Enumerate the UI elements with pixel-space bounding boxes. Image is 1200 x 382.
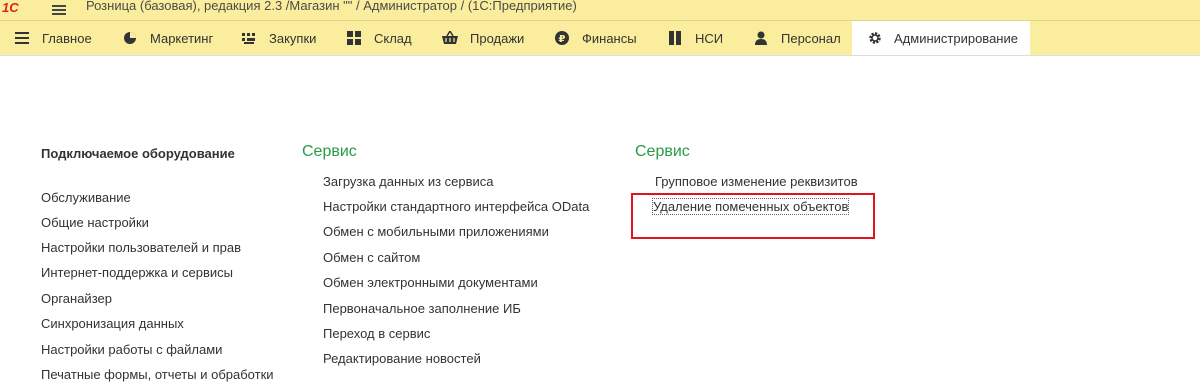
link-edo-exchange[interactable]: Обмен электронными документами [323,275,538,290]
ruble-coin-icon: ₽ [554,30,570,46]
tab-purchases[interactable]: Закупки [241,21,316,55]
link-print-forms[interactable]: Печатные формы, отчеты и обработки [41,367,274,382]
col2-heading: Сервис [302,143,357,160]
tab-finance[interactable]: ₽ Финансы [554,21,637,55]
link-delete-marked[interactable]: Удаление помеченных объектов [651,198,850,215]
book-icon [667,30,683,46]
gear-icon [868,30,882,46]
link-group-edit[interactable]: Групповое изменение реквизитов [655,174,858,189]
col1-heading: Подключаемое оборудование [41,146,235,161]
tab-marketing[interactable]: Маркетинг [122,21,213,55]
tab-personnel[interactable]: Персонал [753,21,841,55]
link-maintenance[interactable]: Обслуживание [41,190,131,205]
link-organizer[interactable]: Органайзер [41,291,112,306]
tab-label: Персонал [781,30,841,46]
svg-text:₽: ₽ [559,34,566,45]
content-area: Подключаемое оборудование Обслуживание О… [0,56,1200,382]
tab-label: Главное [42,30,92,46]
person-icon [753,30,769,46]
tab-sales[interactable]: Продажи [442,21,524,55]
link-edit-news[interactable]: Редактирование новостей [323,351,481,366]
window-title: Розница (базовая), редакция 2.3 /Магазин… [86,0,577,13]
tab-label: Финансы [582,30,637,46]
warehouse-grid-icon [346,30,362,46]
link-users-rights[interactable]: Настройки пользователей и прав [41,240,241,255]
link-odata-settings[interactable]: Настройки стандартного интерфейса OData [323,199,589,214]
tab-label: Администрирование [894,30,1018,46]
purchases-icon [241,30,257,46]
tab-label: НСИ [695,30,724,46]
pie-chart-icon [122,30,138,46]
tab-label: Маркетинг [150,30,214,46]
menu-icon [14,30,30,46]
tab-label: Склад [374,30,412,46]
link-general-settings[interactable]: Общие настройки [41,215,149,230]
tab-label: Закупки [269,30,317,46]
link-initial-fill[interactable]: Первоначальное заполнение ИБ [323,301,521,316]
col3-heading: Сервис [635,143,690,160]
sections-panel: Главное Маркетинг Закупки Склад Продажи … [0,21,1200,56]
link-load-from-service[interactable]: Загрузка данных из сервиса [323,174,494,189]
link-move-to-service[interactable]: Переход в сервис [323,326,430,341]
link-site-exchange[interactable]: Обмен с сайтом [323,250,420,265]
link-file-settings[interactable]: Настройки работы с файлами [41,342,222,357]
basket-icon [442,30,458,46]
link-data-sync[interactable]: Синхронизация данных [41,316,184,331]
tab-nsi[interactable]: НСИ [667,21,723,55]
tab-warehouse[interactable]: Склад [346,21,412,55]
link-mobile-exchange[interactable]: Обмен с мобильными приложениями [323,224,549,239]
tab-label: Продажи [470,30,525,46]
main-menu-icon[interactable] [52,5,66,15]
tab-main[interactable]: Главное [14,21,92,55]
link-internet-support[interactable]: Интернет-поддержка и сервисы [41,265,233,280]
title-bar: 1С Розница (базовая), редакция 2.3 /Мага… [0,0,1200,21]
1c-logo: 1С [2,2,19,15]
tab-administration[interactable]: Администрирование [852,21,1030,55]
